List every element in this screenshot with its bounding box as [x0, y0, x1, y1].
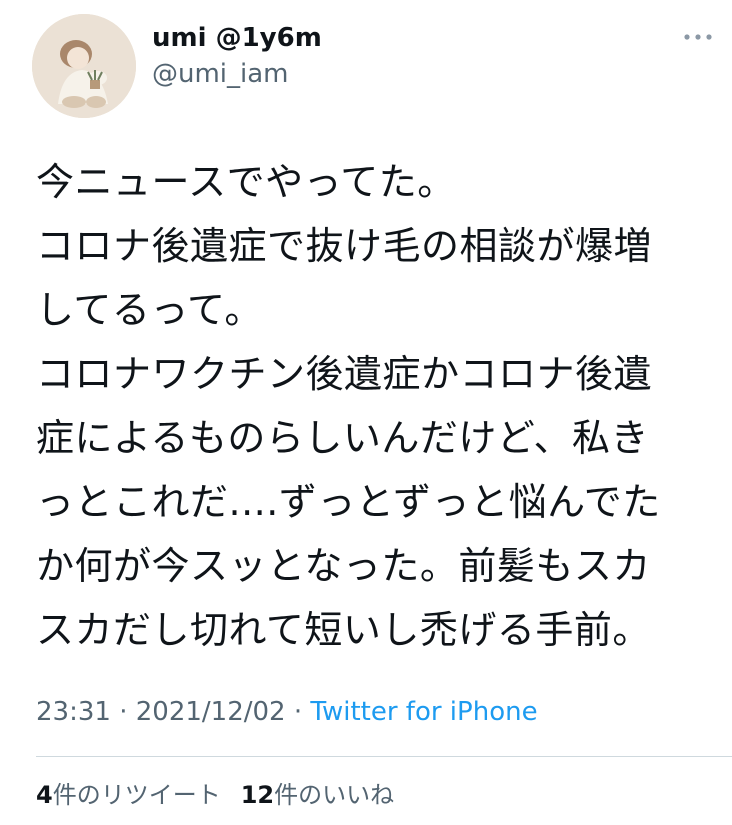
tweet-meta: 23:31 · 2021/12/02 · Twitter for iPhone — [36, 694, 538, 730]
user-handle[interactable]: @umi_iam — [152, 58, 289, 90]
tweet-text: 今ニュースでやってた。 コロナ後遺症で抜け毛の相談が爆増 してるって。 コロナワ… — [36, 150, 708, 662]
tweet-text-line: スカだし切れて短いし禿げる手前。 — [36, 608, 651, 652]
tweet-text-line: してるって。 — [36, 288, 263, 332]
like-label: 件のいいね — [274, 781, 395, 809]
tweet-text-line: っとこれだ....ずっとずっと悩んでた — [36, 480, 661, 524]
tweet-text-line: か何が今スッとなった。前髪もスカ — [36, 544, 651, 588]
display-name[interactable]: umi @1y6m — [152, 22, 322, 54]
retweet-count: 4 — [36, 781, 53, 809]
tweet-stats: 4件のリツイート 12件のいいね — [36, 778, 394, 812]
avatar-illustration — [32, 14, 136, 118]
tweet-time[interactable]: 23:31 — [36, 697, 111, 727]
tweet-text-line: コロナワクチン後遺症かコロナ後遺 — [36, 352, 653, 396]
tweet-source-link[interactable]: Twitter for iPhone — [310, 697, 537, 727]
tweet-date[interactable]: 2021/12/02 — [136, 697, 286, 727]
like-count: 12 — [240, 781, 275, 809]
tweet-detail: umi @1y6m @umi_iam 今ニュースでやってた。 コロナ後遺症で抜け… — [0, 0, 732, 825]
likes-stat[interactable]: 12件のいいね — [241, 781, 394, 809]
retweet-label: 件のリツイート — [52, 781, 221, 809]
more-dots-icon — [684, 34, 712, 40]
meta-separator: · — [285, 697, 311, 727]
divider — [36, 756, 732, 757]
retweets-stat[interactable]: 4件のリツイート — [36, 781, 221, 809]
tweet-text-line: 今ニュースでやってた。 — [36, 160, 456, 204]
avatar[interactable] — [32, 14, 136, 118]
tweet-text-line: コロナ後遺症で抜け毛の相談が爆増 — [36, 224, 653, 268]
tweet-text-line: 症によるものらしいんだけど、私き — [36, 416, 649, 460]
meta-separator: · — [110, 697, 136, 727]
more-button[interactable] — [678, 22, 718, 52]
